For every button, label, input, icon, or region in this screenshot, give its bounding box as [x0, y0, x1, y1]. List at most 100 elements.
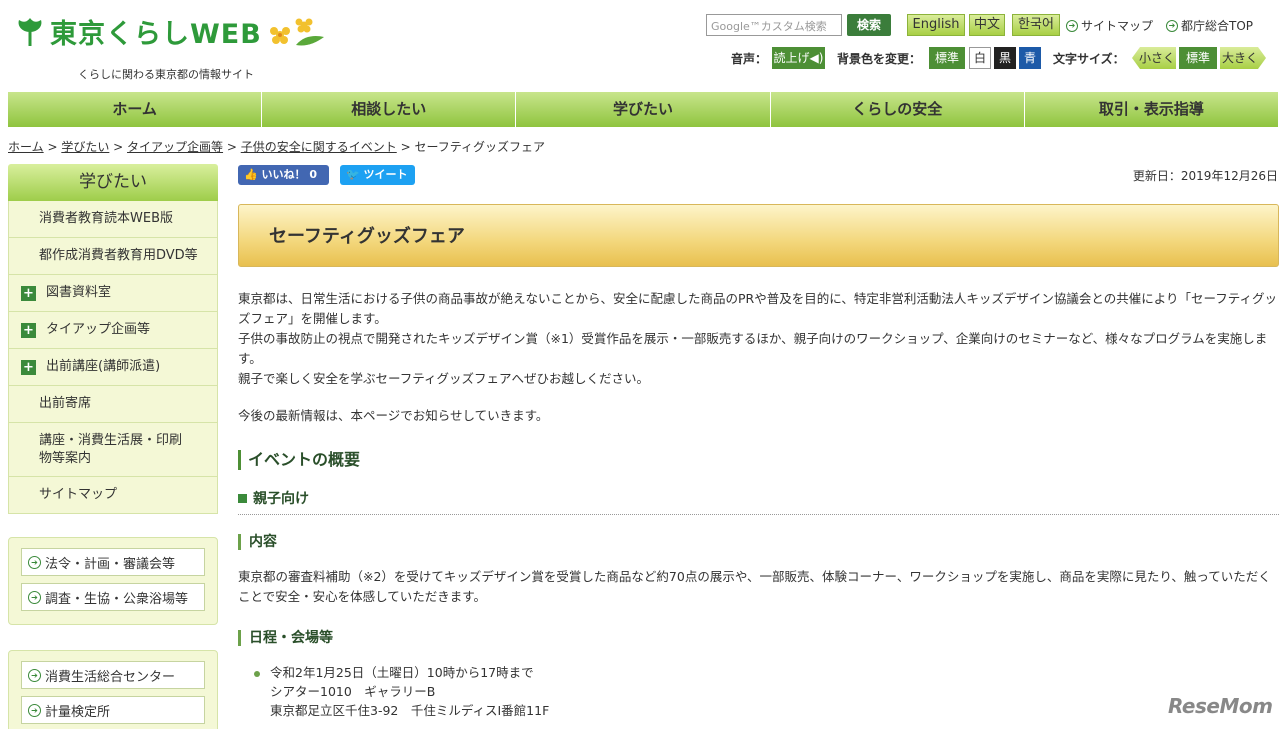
sidebar-item-reader[interactable]: 消費者教育読本WEB版: [8, 201, 218, 238]
voice-label: 音声：: [731, 52, 768, 66]
thumbs-up-icon: 👍: [244, 168, 258, 181]
facebook-like-button[interactable]: 👍 いいね！ 0: [238, 165, 329, 185]
bg-standard-button[interactable]: 標準: [929, 47, 965, 69]
square-bullet-icon: [238, 493, 247, 503]
breadcrumb-learn[interactable]: 学びたい: [61, 140, 109, 154]
search-input[interactable]: Google™カスタム検索: [706, 14, 842, 36]
subheading-family-label: 親子向け: [253, 491, 309, 507]
link-laws-plans[interactable]: ➔ 法令・計画・審議会等: [21, 548, 205, 576]
link-label: 消費生活総合センター: [45, 669, 176, 685]
site-tagline: くらしに関わる東京都の情報サイト: [78, 68, 254, 81]
subheading-family: 親子向け: [238, 488, 1279, 515]
arrow-circle-icon: ➔: [28, 590, 41, 604]
like-label: いいね！ 0: [261, 168, 318, 181]
nav-safety[interactable]: くらしの安全: [770, 92, 1025, 127]
tweet-button[interactable]: 🐦 ツイート: [340, 165, 415, 185]
twitter-bird-icon: 🐦: [346, 168, 360, 181]
bullet-dot-icon: [254, 670, 260, 677]
schedule-address: 東京都足立区千住3-92 千住ミルディスⅠ番館11F: [270, 703, 550, 718]
nav-home[interactable]: ホーム: [8, 92, 263, 127]
bg-white-button[interactable]: 白: [969, 47, 991, 69]
plus-icon[interactable]: +: [21, 285, 36, 301]
heading-schedule: 日程・会場等: [238, 630, 333, 646]
bg-black-button[interactable]: 黒: [994, 47, 1016, 69]
page-title: セーフティグッズフェア: [269, 226, 465, 247]
sidebar-item-course-guide[interactable]: 講座・消費生活展・印刷物等案内: [8, 423, 218, 477]
breadcrumb-tieup[interactable]: タイアップ企画等: [127, 140, 223, 154]
nav-consult[interactable]: 相談したい: [262, 92, 517, 127]
sidebar-item-library[interactable]: + 図書資料室: [8, 275, 218, 312]
nav-learn[interactable]: 学びたい: [516, 92, 771, 127]
tweet-label: ツイート: [363, 168, 408, 181]
sidebar-links-box: ➔ 法令・計画・審議会等 ➔ 調査・生協・公衆浴場等: [8, 537, 218, 625]
nav-trade[interactable]: 取引・表示指導: [1024, 92, 1279, 127]
link-consumer-center[interactable]: ➔ 消費生活総合センター: [21, 661, 205, 689]
arrow-circle-icon: ➔: [28, 703, 41, 717]
ginkgo-leaf-icon: [18, 17, 42, 46]
font-size-label: 文字サイズ：: [1053, 52, 1125, 66]
updated-date: 更新日：2019年12月26日: [1132, 169, 1278, 183]
sidebar-centers-box: ➔ 消費生活総合センター ➔ 計量検定所: [8, 650, 218, 729]
sidebar-item-yose[interactable]: 出前寄席: [8, 386, 218, 423]
arrow-circle-icon: ➔: [1066, 19, 1078, 32]
sidebar-item-label: 出前寄席: [39, 396, 92, 411]
sidebar-item-label: 図書資料室: [46, 285, 112, 300]
link-label: 計量検定所: [45, 704, 111, 720]
lang-chinese-button[interactable]: 中文: [969, 14, 1005, 36]
sidebar-item-sitemap[interactable]: サイトマップ: [8, 477, 218, 514]
sidebar-item-label: 出前講座(講師派遣): [46, 359, 161, 374]
sidebar-title: 学びたい: [8, 164, 218, 201]
logo-text: 東京くらしWEB: [50, 19, 262, 50]
plus-icon[interactable]: +: [21, 322, 36, 338]
lang-korean-button[interactable]: 한국어: [1012, 14, 1060, 36]
intro-paragraph-1: 東京都は、日常生活における子供の商品事故が絶えないことから、安全に配慮した商品の…: [238, 291, 1277, 326]
sidebar-menu: 学びたい 消費者教育読本WEB版 都作成消費者教育用DVD等 + 図書資料室 + タ…: [8, 164, 218, 514]
sidebar-item-tieup[interactable]: + タイアップ企画等: [8, 312, 218, 349]
metro-top-link[interactable]: ➔ 都庁総合TOP: [1166, 17, 1253, 34]
bg-color-label: 背景色を変更：: [837, 52, 922, 66]
font-standard-button[interactable]: 標準: [1179, 47, 1217, 69]
heading-content: 内容: [238, 534, 277, 550]
content-description: 東京都の審査料補助（※2）を受けてキッズデザイン賞を受賞した商品など約70点の展…: [238, 569, 1271, 604]
metro-top-link-label: 都庁総合TOP: [1181, 19, 1254, 33]
page-title-bar: セーフティグッズフェア: [238, 204, 1279, 267]
schedule-date: 令和2年1月25日（土曜日）10時から17時まで: [270, 665, 534, 680]
breadcrumb-child-safety[interactable]: 子供の安全に関するイベント: [241, 140, 397, 154]
bg-blue-button[interactable]: 青: [1019, 47, 1041, 69]
breadcrumb: ホーム > 学びたい > タイアップ企画等 > 子供の安全に関するイベント > …: [8, 138, 545, 155]
sitemap-link-label: サイトマップ: [1081, 19, 1154, 33]
schedule-list: 令和2年1月25日（土曜日）10時から17時まで シアター1010 ギャラリーB…: [254, 663, 549, 720]
link-survey-coop[interactable]: ➔ 調査・生協・公衆浴場等: [21, 583, 205, 611]
read-aloud-button[interactable]: 読上げ◀): [772, 47, 825, 69]
sidebar-item-label: 講座・消費生活展・印刷物等案内: [39, 432, 183, 466]
sitemap-link[interactable]: ➔ サイトマップ: [1066, 17, 1153, 34]
sidebar-item-lecture[interactable]: + 出前講座(講師派遣): [8, 349, 218, 386]
notice-text: 今後の最新情報は、本ページでお知らせしていきます。: [238, 408, 549, 423]
font-large-button[interactable]: 大きく: [1220, 47, 1266, 69]
sidebar-item-dvd[interactable]: 都作成消費者教育用DVD等: [8, 238, 218, 275]
schedule-venue: シアター1010 ギャラリーB: [270, 684, 436, 699]
search-button[interactable]: 検索: [847, 14, 891, 36]
arrow-circle-icon: ➔: [28, 668, 41, 682]
breadcrumb-current: セーフティグッズフェア: [414, 140, 545, 154]
font-small-button[interactable]: 小さく: [1132, 47, 1176, 69]
site-logo[interactable]: 東京くらしWEB: [16, 12, 326, 51]
flower-icon: [269, 18, 324, 46]
global-nav: ホーム 相談したい 学びたい くらしの安全 取引・表示指導: [8, 92, 1279, 127]
section-heading-overview: イベントの概要: [238, 450, 360, 470]
plus-icon[interactable]: +: [21, 359, 36, 375]
link-label: 調査・生協・公衆浴場等: [45, 591, 189, 607]
intro-paragraph-3: 親子で楽しく安全を学ぶセーフティグッズフェアへぜひお越しください。: [238, 371, 650, 386]
breadcrumb-home[interactable]: ホーム: [8, 140, 44, 154]
link-metrology[interactable]: ➔ 計量検定所: [21, 696, 205, 724]
resemom-watermark: ReseMom: [1168, 694, 1273, 718]
schedule-item: 令和2年1月25日（土曜日）10時から17時まで: [254, 663, 549, 682]
arrow-circle-icon: ➔: [1166, 19, 1178, 32]
sidebar-item-label: サイトマップ: [39, 487, 118, 502]
sidebar-item-label: 消費者教育読本WEB版: [39, 211, 173, 226]
lang-english-button[interactable]: English: [907, 14, 965, 36]
breadcrumb-sep: >: [396, 140, 415, 154]
sidebar-item-label: タイアップ企画等: [46, 322, 151, 337]
intro-paragraph-2: 子供の事故防止の視点で開発されたキッズデザイン賞（※1）受賞作品を展示・一部販売…: [238, 331, 1268, 366]
breadcrumb-sep: >: [223, 140, 241, 154]
